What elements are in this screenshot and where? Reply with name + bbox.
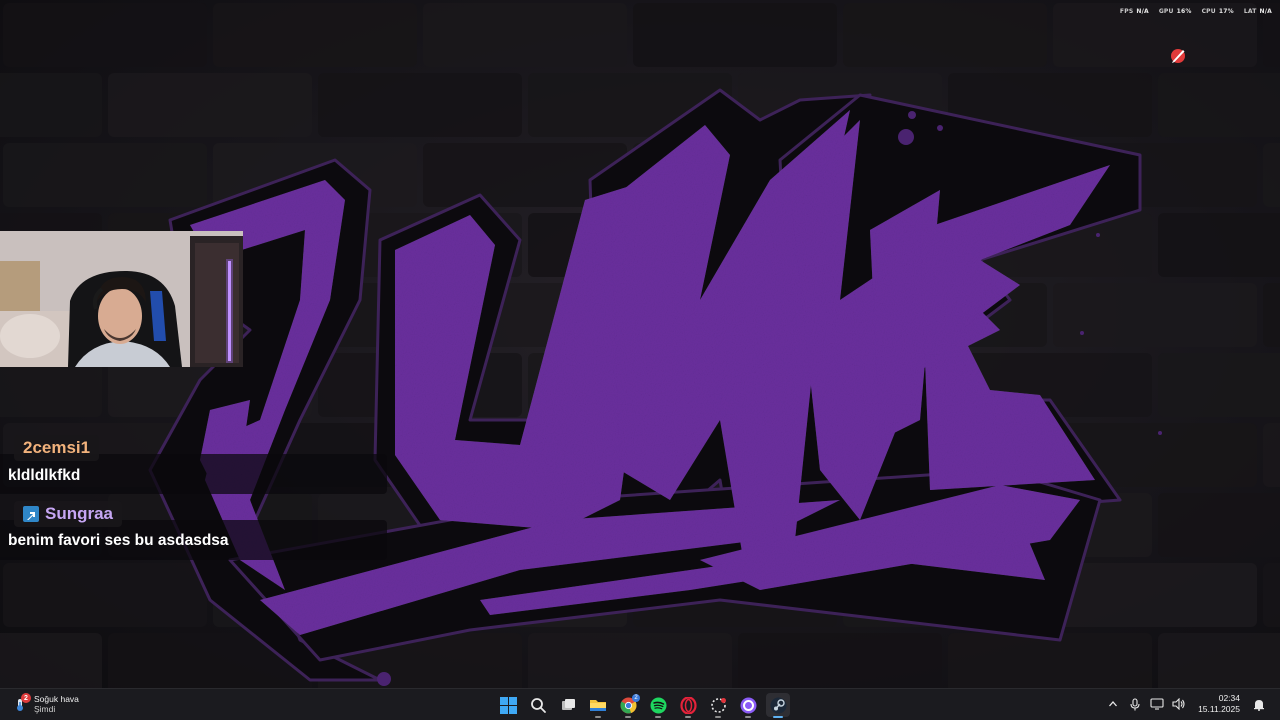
weather-widget[interactable]: 2 Soğuk hava Şimdi (12, 693, 79, 714)
weather-subtitle: Şimdi (34, 704, 56, 714)
fps-readout: FPS N/A (1119, 8, 1149, 15)
chat-username: Sungraa (14, 501, 123, 527)
opera-gx-button[interactable] (676, 693, 700, 718)
taskbar-apps: 2 (496, 693, 790, 718)
notifications-button[interactable] (1252, 697, 1266, 711)
folder-icon (590, 700, 606, 711)
show-hidden-icons-button[interactable] (1106, 697, 1120, 711)
webcam-image (0, 231, 243, 367)
clock[interactable]: 02:34 15.11.2025 (1198, 693, 1240, 715)
weather-icon: 2 (12, 693, 31, 712)
latency-readout: LAT N/A (1243, 8, 1272, 15)
chrome-badge: 2 (632, 694, 640, 702)
file-explorer-button[interactable] (586, 693, 610, 718)
volume-button[interactable] (1172, 697, 1186, 711)
steam-icon (770, 697, 786, 713)
performance-overlay: FPS N/A GPU 16% CPU 17% LAT N/A (1120, 8, 1272, 15)
windows-logo-icon (499, 696, 517, 714)
chat-text: benim favori ses bu asdasdsa (8, 532, 229, 549)
pen-tool-icon[interactable] (1168, 46, 1188, 66)
taskbar: 2 Soğuk hava Şimdi 2 02:34 15.11.2025 (0, 688, 1280, 720)
clock-time: 02:34 (1218, 693, 1240, 703)
volume-icon (1172, 698, 1185, 710)
spotify-button[interactable] (646, 693, 670, 718)
search-button[interactable] (526, 693, 550, 717)
blue-badge-icon (23, 506, 39, 522)
task-view-icon (561, 698, 575, 710)
dotted-circle-icon (710, 697, 726, 713)
app-dotted-button[interactable] (706, 693, 730, 718)
webcam-feed (0, 231, 243, 367)
weather-title: Soğuk hava (34, 694, 79, 704)
chat-username: 2cemsi1 (14, 435, 100, 461)
spotify-icon (650, 697, 666, 713)
clock-date: 15.11.2025 (1198, 704, 1240, 714)
microphone-icon (1130, 697, 1140, 710)
chrome-button[interactable]: 2 (616, 693, 640, 718)
search-icon (530, 697, 546, 713)
desktop-wallpaper: FPS N/A GPU 16% CPU 17% LAT N/A 2cemsi1 … (0, 0, 1280, 688)
gpu-readout: GPU 16% (1158, 8, 1192, 15)
opera-icon (679, 696, 697, 714)
microphone-button[interactable] (1128, 697, 1142, 711)
steam-button[interactable] (766, 693, 790, 718)
notification-bell-icon (1254, 699, 1264, 711)
cpu-readout: CPU 17% (1201, 8, 1234, 15)
app-purple-button[interactable] (736, 693, 760, 718)
start-button[interactable] (496, 693, 520, 717)
network-icon (1150, 698, 1164, 710)
network-button[interactable] (1150, 697, 1164, 711)
task-view-button[interactable] (556, 693, 580, 717)
chat-text: kldldlkfkd (8, 467, 81, 484)
purple-ring-icon (740, 697, 756, 713)
weather-notification-badge: 2 (21, 693, 31, 703)
system-tray: 02:34 15.11.2025 (1106, 693, 1266, 715)
chevron-up-icon (1109, 701, 1118, 707)
